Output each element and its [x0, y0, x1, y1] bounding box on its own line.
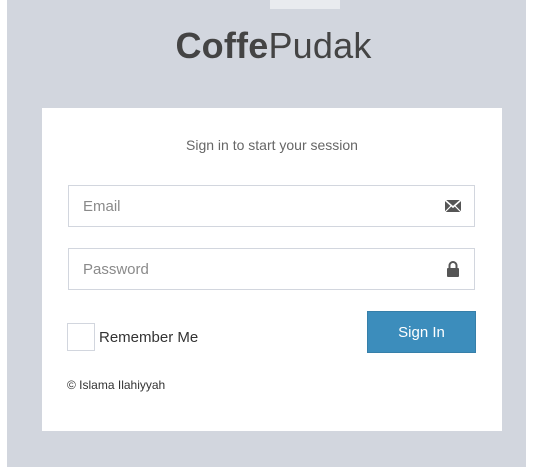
envelope-icon [444, 198, 462, 214]
copyright-footer: © Islama Ilahiyyah [67, 378, 166, 392]
top-edge-highlight [270, 0, 340, 9]
remember-me-checkbox[interactable] [67, 323, 95, 351]
login-box: Sign in to start your session Remember M… [42, 108, 502, 431]
password-input[interactable] [69, 249, 439, 289]
remember-me-label[interactable]: Remember Me [99, 329, 198, 346]
logo-bold-text: Coffe [175, 25, 269, 66]
sign-in-button[interactable]: Sign In [367, 311, 476, 353]
login-box-message: Sign in to start your session [186, 137, 358, 153]
password-field-group [68, 248, 475, 290]
email-input[interactable] [69, 186, 439, 226]
email-field-group [68, 185, 475, 227]
logo-light-text: Pudak [268, 25, 372, 66]
remember-me-group: Remember Me [67, 322, 198, 352]
lock-icon [444, 261, 462, 277]
app-logo[interactable]: CoffePudak [0, 22, 533, 70]
